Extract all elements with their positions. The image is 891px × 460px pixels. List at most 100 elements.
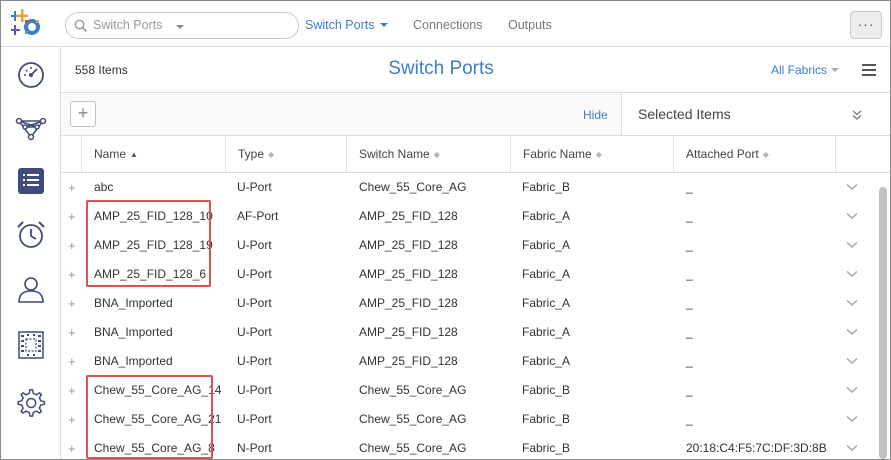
settings-gear-icon[interactable] — [15, 387, 47, 419]
cell-switch-name: AMP_25_FID_128 — [359, 209, 458, 223]
chevron-down-icon — [380, 23, 389, 27]
cell-type: U-Port — [237, 354, 272, 368]
cell-attached-port: _ — [686, 238, 693, 252]
expand-row-icon[interactable]: + — [68, 173, 76, 202]
dashboard-icon[interactable] — [15, 59, 47, 91]
cell-switch-name: Chew_55_Core_AG — [359, 412, 467, 426]
row-chevron-down-icon[interactable] — [846, 241, 858, 249]
cell-switch-name: AMP_25_FID_128 — [359, 238, 458, 252]
page-header: 558 Items Switch Ports All Fabrics — [61, 47, 890, 93]
cell-switch-name: AMP_25_FID_128 — [359, 267, 458, 281]
cell-fabric-name: Fabric_A — [522, 238, 571, 252]
top-bar: Switch Ports Switch Ports Connections Ou… — [1, 1, 890, 47]
row-chevron-down-icon[interactable] — [846, 270, 858, 278]
cell-type: U-Port — [237, 267, 272, 281]
app-window: Switch Ports Switch Ports Connections Ou… — [0, 0, 891, 460]
column-header-fabric-name-label: Fabric Name — [523, 147, 592, 161]
column-header-fabric-name[interactable]: Fabric Name ◆ — [511, 136, 674, 172]
menu-icon[interactable] — [862, 64, 876, 76]
sort-icon: ◆ — [595, 150, 602, 159]
row-chevron-down-icon[interactable] — [846, 415, 858, 423]
expand-row-icon[interactable]: + — [68, 376, 76, 405]
sort-icon: ◆ — [433, 150, 440, 159]
cell-name: BNA_Imported — [94, 325, 173, 339]
row-chevron-down-icon[interactable] — [846, 212, 858, 220]
table-row[interactable]: + BNA_Imported U-Port AMP_25_FID_128 Fabric_… — [61, 318, 890, 347]
expand-column-header — [61, 136, 82, 172]
expand-row-icon[interactable]: + — [68, 318, 76, 347]
app-logo-icon[interactable] — [11, 7, 41, 39]
row-chevron-down-icon[interactable] — [846, 444, 858, 452]
table-row[interactable]: + BNA_Imported U-Port AMP_25_FID_128 Fabric_… — [61, 289, 890, 318]
expand-row-icon[interactable]: + — [68, 202, 76, 231]
vertical-scrollbar[interactable] — [879, 187, 887, 459]
cell-switch-name: Chew_55_Core_AG — [359, 441, 467, 455]
cell-fabric-name: Fabric_A — [522, 267, 571, 281]
nav-switch-ports[interactable]: Switch Ports — [305, 18, 389, 32]
more-options-button[interactable]: ··· — [850, 11, 882, 39]
table-header: Name ▲ Type ◆ Switch Name ◆ Fabric Name ◆ At… — [61, 136, 890, 173]
highlight-box-chew-ports — [86, 375, 213, 459]
expand-row-icon[interactable]: + — [68, 347, 76, 376]
column-header-switch-name[interactable]: Switch Name ◆ — [347, 136, 511, 172]
nav-outputs[interactable]: Outputs — [508, 18, 552, 32]
column-header-attached-port-label: Attached Port — [686, 147, 759, 161]
expand-row-icon[interactable]: + — [68, 260, 76, 289]
search-scope-chevron-icon[interactable] — [176, 25, 184, 29]
topology-icon[interactable] — [15, 113, 47, 145]
cell-name: BNA_Imported — [94, 354, 173, 368]
cell-type: U-Port — [237, 180, 272, 194]
user-icon[interactable] — [15, 273, 47, 305]
expand-row-icon[interactable]: + — [68, 434, 76, 459]
expand-row-icon[interactable]: + — [68, 289, 76, 318]
add-button[interactable]: + — [70, 101, 96, 127]
cell-switch-name: Chew_55_Core_AG — [359, 383, 467, 397]
cell-switch-name: AMP_25_FID_128 — [359, 354, 458, 368]
column-header-name[interactable]: Name ▲ — [82, 136, 226, 172]
search-input[interactable]: Switch Ports — [93, 18, 162, 32]
actions-column-header — [836, 136, 890, 172]
row-chevron-down-icon[interactable] — [846, 183, 858, 191]
table-row[interactable]: + BNA_Imported U-Port AMP_25_FID_128 Fabric_… — [61, 347, 890, 376]
search-box[interactable]: Switch Ports — [65, 12, 299, 39]
alarm-clock-icon[interactable] — [15, 219, 47, 251]
cell-attached-port: _ — [686, 383, 693, 397]
sidebar — [1, 47, 61, 459]
row-chevron-down-icon[interactable] — [846, 299, 858, 307]
cell-attached-port: _ — [686, 296, 693, 310]
cell-type: U-Port — [237, 383, 272, 397]
page-title: Switch Ports — [388, 58, 494, 79]
cell-attached-port: _ — [686, 412, 693, 426]
cell-switch-name: AMP_25_FID_128 — [359, 325, 458, 339]
column-header-type-label: Type — [238, 147, 265, 161]
chassis-icon[interactable] — [15, 329, 47, 361]
row-chevron-down-icon[interactable] — [846, 386, 858, 394]
row-chevron-down-icon[interactable] — [846, 357, 858, 365]
column-header-attached-port[interactable]: Attached Port ◆ — [674, 136, 836, 172]
highlight-box-amp-ports — [86, 200, 211, 287]
sort-ascending-icon: ▲ — [130, 150, 138, 159]
cell-type: U-Port — [237, 412, 272, 426]
cell-fabric-name: Fabric_A — [522, 354, 571, 368]
search-icon — [74, 19, 88, 33]
table-toolbar: + Hide Selected Items — [61, 93, 890, 136]
table-row[interactable]: + abc U-Port Chew_55_Core_AG Fabric_B _ — [61, 173, 890, 202]
expand-row-icon[interactable]: + — [68, 231, 76, 260]
cell-attached-port: _ — [686, 325, 693, 339]
column-header-type[interactable]: Type ◆ — [226, 136, 347, 172]
row-chevron-down-icon[interactable] — [846, 328, 858, 336]
double-chevron-down-icon[interactable] — [851, 109, 863, 121]
cell-type: N-Port — [237, 441, 272, 455]
cell-fabric-name: Fabric_B — [522, 383, 571, 397]
hide-link[interactable]: Hide — [583, 108, 608, 122]
cell-switch-name: Chew_55_Core_AG — [359, 180, 467, 194]
fabric-filter-dropdown[interactable]: All Fabrics — [771, 63, 840, 77]
cell-type: U-Port — [237, 296, 272, 310]
cell-fabric-name: Fabric_A — [522, 296, 571, 310]
expand-row-icon[interactable]: + — [68, 405, 76, 434]
selected-items-title: Selected Items — [638, 106, 731, 122]
cell-name: abc — [94, 180, 114, 194]
inventory-list-icon[interactable] — [15, 165, 47, 197]
nav-connections[interactable]: Connections — [413, 18, 483, 32]
selected-items-panel: Selected Items — [621, 93, 890, 135]
